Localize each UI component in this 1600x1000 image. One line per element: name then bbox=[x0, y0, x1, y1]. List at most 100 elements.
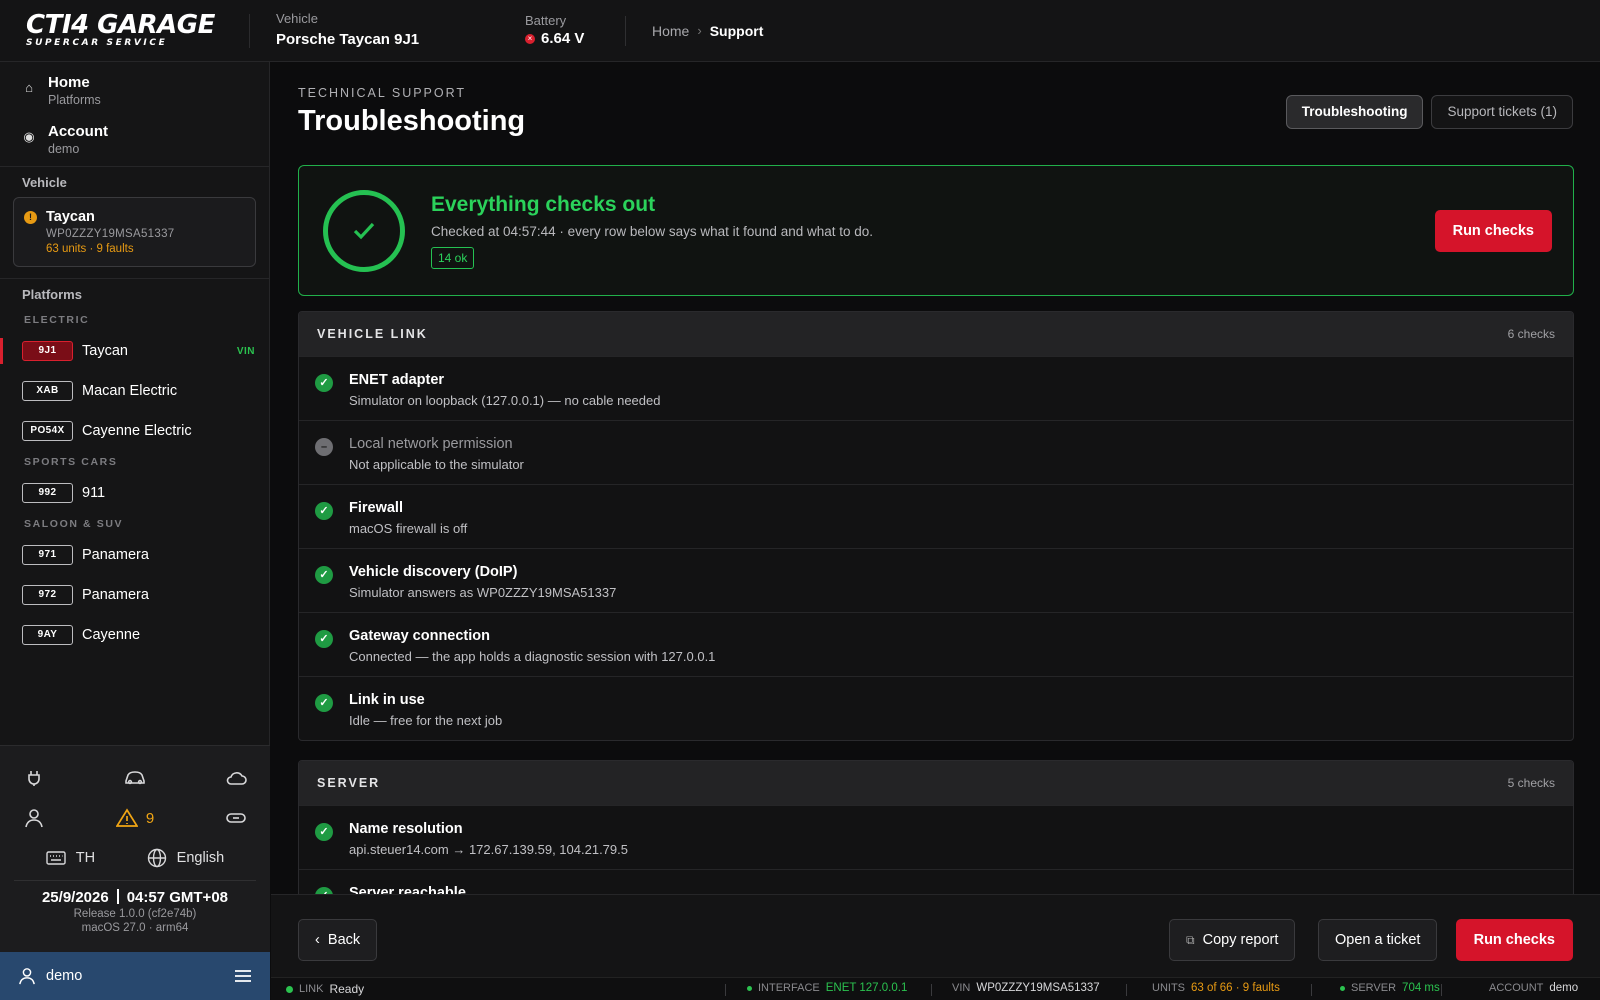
check-row: ✓ Server reachable bbox=[299, 869, 1573, 894]
check-row: ✓ Gateway connection Connected — the app … bbox=[299, 612, 1573, 676]
platform-code: 992 bbox=[22, 483, 73, 503]
check-title: Local network permission bbox=[349, 436, 513, 452]
brand-logo[interactable]: CTI4 GARAGE SUPERCAR SERVICE bbox=[0, 12, 250, 48]
vehicle-card-name: Taycan bbox=[46, 209, 95, 225]
status-link: LINK Ready bbox=[286, 982, 364, 996]
server-label: SERVER bbox=[1351, 982, 1397, 994]
check-ok-icon: ✓ bbox=[315, 887, 333, 894]
check-ok-icon: ✓ bbox=[315, 374, 333, 392]
account-label: ACCOUNT bbox=[1489, 982, 1544, 994]
back-label: Back bbox=[327, 932, 361, 948]
brand-tagline: SUPERCAR SERVICE bbox=[26, 38, 168, 48]
platform-group-label: SALOON & SUV bbox=[24, 518, 124, 530]
warnings-button[interactable]: 9 bbox=[115, 808, 155, 828]
header-battery: Battery × 6.64 V bbox=[525, 13, 625, 49]
platform-item-panamera-972[interactable]: 972 Panamera bbox=[0, 575, 269, 615]
keyboard-icon bbox=[46, 851, 66, 865]
check-row: ✓ Firewall macOS firewall is off bbox=[299, 484, 1573, 548]
breadcrumb-home[interactable]: Home bbox=[652, 23, 689, 39]
top-bar: CTI4 GARAGE SUPERCAR SERVICE Vehicle Por… bbox=[0, 0, 1600, 62]
vehicle-value: Porsche Taycan 9J1 bbox=[276, 31, 420, 48]
language-label: English bbox=[176, 850, 225, 866]
platform-name: Macan Electric bbox=[82, 383, 178, 399]
check-desc: macOS firewall is off bbox=[349, 521, 468, 536]
globe-icon bbox=[147, 848, 166, 868]
group-count: 6 checks bbox=[1507, 327, 1555, 341]
platform-group-label: ELECTRIC bbox=[24, 314, 90, 326]
keyboard-layout-button[interactable]: TH bbox=[46, 850, 95, 866]
platform-item-cayenne[interactable]: 9AY Cayenne bbox=[0, 615, 269, 655]
tab-support-tickets[interactable]: Support tickets (1) bbox=[1431, 95, 1573, 129]
check-desc: Simulator on loopback (127.0.0.1) — no c… bbox=[349, 393, 661, 408]
back-button[interactable]: ‹ Back bbox=[298, 919, 378, 961]
check-ok-icon: ✓ bbox=[315, 823, 333, 841]
warning-count: 9 bbox=[145, 809, 155, 827]
check-row: ✓ ENET adapter Simulator on loopback (127… bbox=[299, 356, 1573, 420]
sidebar-divider bbox=[0, 278, 269, 279]
platform-item-taycan[interactable]: 9J1 Taycan VIN bbox=[0, 331, 269, 371]
copy-report-button[interactable]: ⧉ Copy report bbox=[1169, 919, 1296, 961]
status-description: Checked at 04:57:44 · every row below sa… bbox=[431, 224, 874, 239]
units-label: UNITS bbox=[1152, 982, 1185, 994]
vin-tag: VIN bbox=[236, 345, 255, 357]
nav-home-title: Home bbox=[48, 74, 90, 91]
status-dot-icon bbox=[286, 985, 293, 993]
platform-item-panamera-971[interactable]: 971 Panamera bbox=[0, 535, 269, 575]
check-ok-icon: ✓ bbox=[315, 502, 333, 520]
link-value: Ready bbox=[329, 982, 365, 996]
platform-name: Panamera bbox=[82, 547, 149, 563]
platform-item-911[interactable]: 992 911 bbox=[0, 473, 269, 513]
vehicle-card[interactable]: ! Taycan WP0ZZZY19MSA51337 63 units · 9 … bbox=[13, 197, 256, 267]
battery-value: 6.64 V bbox=[541, 29, 585, 47]
platform-code: 9J1 bbox=[22, 341, 73, 361]
vehicle-section-title: Vehicle bbox=[22, 175, 67, 190]
platform-item-macan-electric[interactable]: XAB Macan Electric bbox=[0, 371, 269, 411]
home-icon: ⌂ bbox=[25, 80, 33, 95]
check-na-icon: – bbox=[315, 438, 333, 456]
check-row: ✓ Vehicle discovery (DoIP) Simulator answ… bbox=[299, 548, 1573, 612]
sidebar-item-account[interactable]: ◉ Account demo bbox=[0, 115, 269, 164]
action-bar: ‹ Back ⧉ Copy report Open a ticket Run c… bbox=[271, 894, 1600, 977]
language-button[interactable]: English bbox=[147, 848, 225, 868]
group-title: VEHICLE LINK bbox=[317, 327, 428, 341]
run-checks-footer-button[interactable]: Run checks bbox=[1455, 919, 1573, 961]
check-title: Firewall bbox=[349, 500, 403, 516]
check-title: Gateway connection bbox=[349, 628, 491, 644]
nav-account-title: Account bbox=[48, 123, 108, 140]
warning-icon: ! bbox=[24, 211, 37, 224]
page-title: Troubleshooting bbox=[298, 105, 526, 137]
check-group-vehicle-link: VEHICLE LINK 6 checks ✓ ENET adapter Simu… bbox=[298, 311, 1574, 741]
menu-icon[interactable] bbox=[234, 969, 252, 983]
vin-label: VIN bbox=[952, 982, 971, 994]
run-checks-button[interactable]: Run checks bbox=[1434, 209, 1552, 252]
link-icon[interactable] bbox=[224, 806, 248, 830]
cloud-icon[interactable] bbox=[224, 766, 248, 790]
open-ticket-button[interactable]: Open a ticket bbox=[1318, 919, 1438, 961]
copy-icon: ⧉ bbox=[1186, 933, 1195, 947]
check-desc: Not applicable to the simulator bbox=[349, 457, 524, 472]
sidebar-divider bbox=[0, 166, 269, 167]
user-name: demo bbox=[46, 968, 83, 984]
car-icon[interactable] bbox=[123, 766, 147, 790]
platform-name: 911 bbox=[82, 485, 106, 501]
link-label: LINK bbox=[299, 983, 324, 995]
tab-troubleshooting[interactable]: Troubleshooting bbox=[1285, 95, 1424, 129]
check-ok-icon: ✓ bbox=[315, 694, 333, 712]
sidebar-item-home[interactable]: ⌂ Home Platforms bbox=[0, 66, 269, 115]
platform-name: Panamera bbox=[82, 587, 149, 603]
os-info: macOS 27.0 · arm64 bbox=[81, 922, 189, 934]
warning-triangle-icon bbox=[115, 808, 138, 827]
page-eyebrow: TECHNICAL SUPPORT bbox=[298, 86, 467, 100]
user-icon bbox=[19, 968, 35, 985]
platform-name: Taycan bbox=[82, 343, 128, 359]
plug-icon[interactable] bbox=[22, 766, 46, 790]
status-units: UNITS 63 of 66 · 9 faults bbox=[1152, 982, 1280, 994]
check-row: ✓ Name resolution api.steuer14.com → 172.… bbox=[299, 805, 1573, 869]
breadcrumb: Home › Support bbox=[626, 23, 763, 39]
battery-label: Battery bbox=[525, 12, 567, 28]
user-icon[interactable] bbox=[22, 806, 46, 830]
platform-item-cayenne-electric[interactable]: PO54X Cayenne Electric bbox=[0, 411, 269, 451]
user-bar[interactable]: demo bbox=[0, 952, 270, 1000]
check-title: Name resolution bbox=[349, 821, 463, 837]
battery-error-icon: × bbox=[525, 33, 535, 44]
